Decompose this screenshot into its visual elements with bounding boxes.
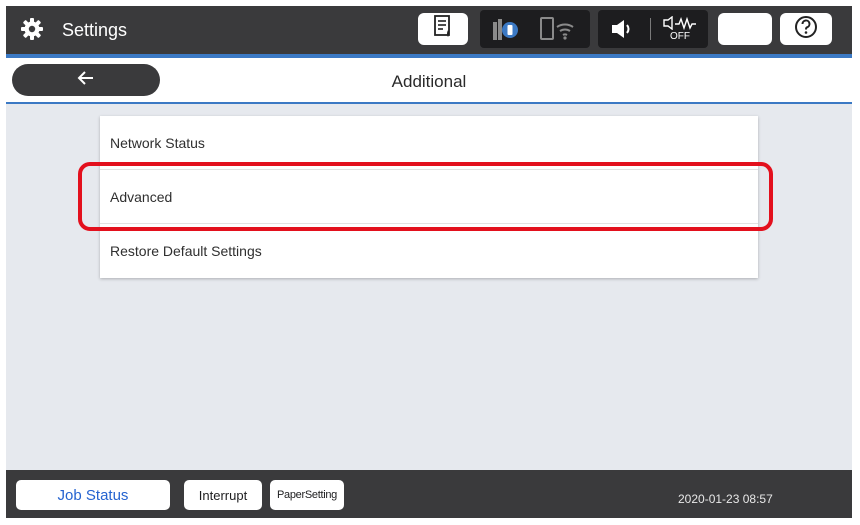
- paper-setting-button[interactable]: PaperSetting: [270, 480, 344, 510]
- help-button[interactable]: [780, 13, 832, 45]
- datetime-display: 2020-01-23 08:57: [678, 492, 773, 506]
- page-title: Additional: [391, 72, 467, 91]
- highlight-box: [78, 162, 773, 231]
- quiet-mode-icon[interactable]: OFF: [658, 13, 702, 45]
- status-group-sound: OFF: [598, 10, 708, 48]
- job-status-button[interactable]: Job Status: [16, 480, 170, 510]
- speaker-icon[interactable]: [606, 15, 638, 43]
- interrupt-label: Interrupt: [198, 487, 248, 503]
- menu-item-label: Network Status: [110, 134, 205, 151]
- moon-icon: [735, 16, 755, 43]
- menu-item-restore-default-settings[interactable]: Restore Default Settings: [100, 224, 758, 278]
- document-ink-icon: [433, 14, 453, 44]
- quiet-mode-label: OFF: [670, 31, 690, 42]
- job-monitor-button[interactable]: [418, 13, 468, 45]
- paper-setting-label: PaperSetting: [277, 489, 337, 501]
- title-bar: Additional: [6, 58, 852, 104]
- divider: [650, 18, 651, 40]
- status-group-ink-network: [480, 10, 590, 48]
- app-title: Settings: [62, 20, 128, 40]
- help-icon: [794, 15, 818, 44]
- top-status-bar: Settings OFF: [6, 6, 852, 54]
- menu-item-label: Restore Default Settings: [110, 243, 262, 259]
- printer-screen: Settings OFF Additional Network Status A…: [6, 6, 852, 518]
- wifi-icon[interactable]: [538, 15, 578, 43]
- bottom-bar: Job Status Interrupt PaperSetting 2020-0…: [6, 470, 852, 518]
- sleep-button[interactable]: [718, 13, 772, 45]
- job-status-label: Job Status: [57, 486, 129, 504]
- interrupt-button[interactable]: Interrupt: [184, 480, 262, 510]
- gear-icon: [20, 17, 44, 41]
- ink-icon[interactable]: [490, 15, 522, 43]
